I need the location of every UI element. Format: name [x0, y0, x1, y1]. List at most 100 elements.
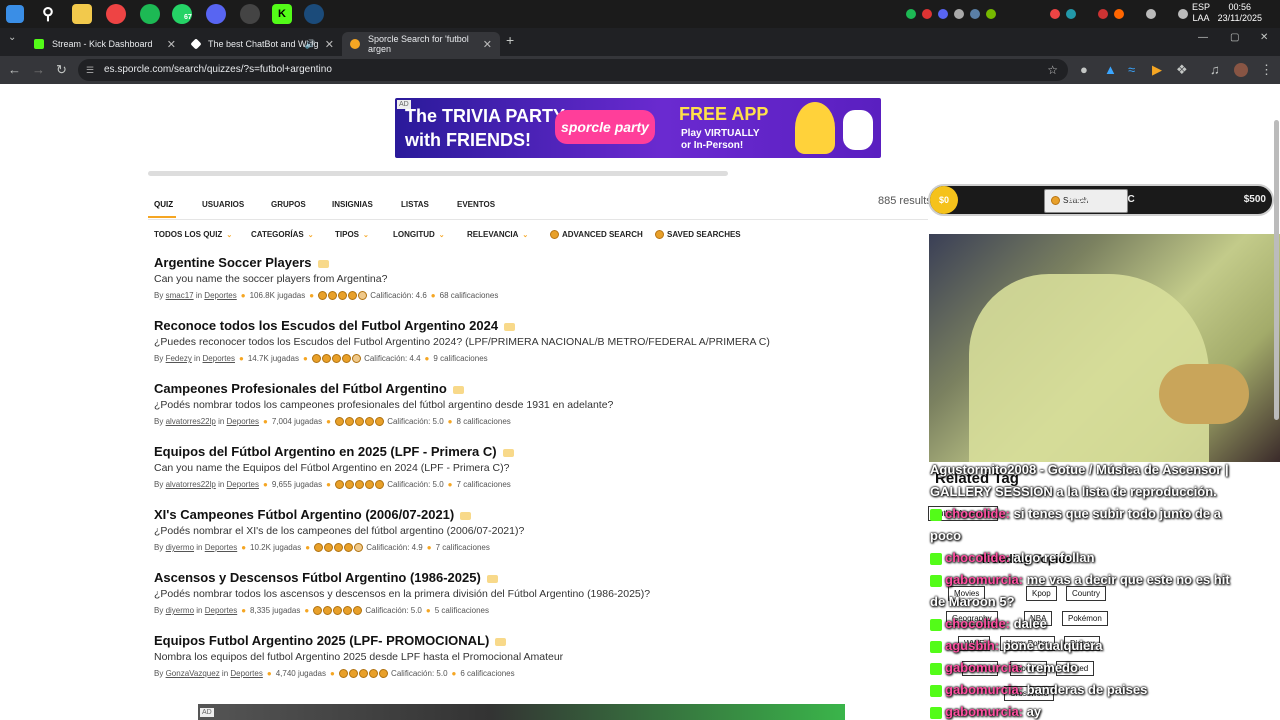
tab-chatbot[interactable]: The best ChatBot and Widg 🔊 ✕ — [184, 32, 342, 56]
chrome-icon[interactable] — [106, 4, 126, 24]
tab-insignias[interactable]: INSIGNIAS — [332, 200, 373, 209]
speaker-icon[interactable]: 🔊 — [305, 39, 316, 50]
address-bar[interactable]: ☰ es.sporcle.com/search/quizzes/?s=futbo… — [78, 59, 1068, 81]
quiz-title[interactable]: Equipos Futbol Argentino 2025 (LPF- PROM… — [154, 633, 489, 648]
new-tab-icon[interactable]: + — [506, 32, 514, 48]
shield-tray-icon[interactable] — [1098, 9, 1108, 19]
ad-banner-bottom[interactable] — [198, 704, 845, 720]
extension-4-icon[interactable]: ▶ — [1152, 62, 1162, 78]
extension-2-icon[interactable]: ▲ — [1104, 62, 1117, 77]
bluetooth-icon[interactable] — [954, 9, 964, 19]
category-link[interactable]: Deportes — [204, 291, 236, 300]
donation-goal-bar: $0 Search MEJORAR PC $500 — [928, 184, 1274, 216]
search-icon[interactable]: ⚲ — [38, 4, 58, 24]
tab-list-chevron-icon[interactable]: ⌄ — [8, 32, 16, 43]
site-info-icon[interactable]: ☰ — [86, 59, 94, 81]
kick-icon[interactable]: K — [272, 4, 292, 24]
close-window-icon[interactable]: ✕ — [1260, 32, 1268, 43]
volume-icon[interactable] — [1178, 9, 1188, 19]
close-tab-icon[interactable]: ✕ — [483, 38, 492, 51]
reload-icon[interactable]: ↻ — [56, 62, 67, 78]
author-link[interactable]: alvatorres22lp — [166, 417, 216, 426]
discord-icon[interactable] — [206, 4, 226, 24]
quiz-meta: By Fedezy in Deportes ● 14.7K jugadas ● Cal… — [154, 354, 874, 364]
clock-time: 00:56 — [1228, 2, 1252, 12]
chrome-tray-icon[interactable] — [1050, 9, 1060, 19]
quiz-result[interactable]: Reconoce todos los Escudos del Futbol Ar… — [154, 318, 874, 378]
tab-usuarios[interactable]: USUARIOS — [202, 200, 244, 209]
extension-3-icon[interactable]: ≈ — [1128, 62, 1135, 77]
author-link[interactable]: Fedezy — [166, 354, 192, 363]
star-icon — [311, 354, 321, 364]
author-link[interactable]: alvatorres22lp — [166, 480, 216, 489]
maximize-icon[interactable]: ▢ — [1230, 32, 1239, 43]
nvidia-icon[interactable] — [986, 9, 996, 19]
horizontal-scrollbar[interactable] — [148, 171, 728, 176]
discord-tray-icon[interactable] — [938, 9, 948, 19]
filter-relevancia[interactable]: RELEVANCIA ⌄ — [467, 230, 528, 239]
tab-grupos[interactable]: GRUPOS — [271, 200, 306, 209]
close-tab-icon[interactable]: ✕ — [325, 38, 334, 51]
quiz-title[interactable]: XI's Campeones Fútbol Argentino (2006/07… — [154, 507, 454, 522]
author-link[interactable]: GonzaVazquez — [166, 669, 220, 678]
quiz-result[interactable]: Argentine Soccer Players Can you name the… — [154, 255, 874, 315]
separator-dot: ● — [326, 480, 331, 489]
author-link[interactable]: diyermo — [166, 606, 194, 615]
language-indicator[interactable]: ESP LAA — [1192, 2, 1210, 24]
record-tray-icon[interactable] — [922, 9, 932, 19]
bookmark-star-icon[interactable]: ☆ — [1047, 59, 1058, 81]
obs-icon[interactable] — [240, 4, 260, 24]
close-tab-icon[interactable]: ✕ — [167, 38, 176, 51]
vertical-scrollbar[interactable] — [1274, 120, 1279, 420]
ad-banner-top[interactable]: AD The TRIVIA PARTY with FRIENDS! sporcl… — [395, 98, 881, 158]
menu-dots-icon[interactable]: ⋮ — [1260, 62, 1273, 78]
profile-avatar[interactable] — [1234, 63, 1248, 77]
quiz-title[interactable]: Equipos del Fútbol Argentino en 2025 (LP… — [154, 444, 497, 459]
spotify-tray-icon[interactable] — [906, 9, 916, 19]
quiz-title[interactable]: Argentine Soccer Players — [154, 255, 312, 270]
filter-tipos[interactable]: TIPOS ⌄ — [335, 230, 369, 239]
quiz-result[interactable]: Equipos del Fútbol Argentino en 2025 (LP… — [154, 444, 874, 504]
quiz-title[interactable]: Reconoce todos los Escudos del Futbol Ar… — [154, 318, 498, 333]
author-link[interactable]: diyermo — [166, 543, 194, 552]
steam-icon[interactable] — [304, 4, 324, 24]
tab-listas[interactable]: LISTAS — [401, 200, 429, 209]
clock[interactable]: 00:56 23/11/2025 — [1218, 2, 1262, 24]
filter-categorias[interactable]: CATEGORÍAS ⌄ — [251, 230, 314, 239]
extension-1-icon[interactable]: ● — [1080, 62, 1088, 77]
author-link[interactable]: smac17 — [166, 291, 194, 300]
filter-todos-los-quiz[interactable]: TODOS LOS QUIZ ⌄ — [154, 230, 232, 239]
extensions-puzzle-icon[interactable]: ❖ — [1176, 62, 1188, 78]
back-icon[interactable]: ← — [8, 62, 21, 77]
filter-longitud[interactable]: LONGITUD ⌄ — [393, 230, 445, 239]
category-link[interactable]: Deportes — [227, 417, 259, 426]
windows-start-icon[interactable] — [6, 5, 24, 23]
quiz-result[interactable]: Ascensos y Descensos Fútbol Argentino (1… — [154, 570, 874, 630]
category-link[interactable]: Deportes — [205, 606, 237, 615]
tab-quiz[interactable]: QUIZ — [154, 200, 173, 209]
category-link[interactable]: Deportes — [227, 480, 259, 489]
minimize-icon[interactable]: — — [1198, 32, 1208, 43]
category-link[interactable]: Deportes — [205, 543, 237, 552]
quiz-result[interactable]: Equipos Futbol Argentino 2025 (LPF- PROM… — [154, 633, 874, 693]
whatsapp-icon[interactable]: 67 — [172, 4, 192, 24]
category-link[interactable]: Deportes — [203, 354, 235, 363]
spotify-icon[interactable] — [140, 4, 160, 24]
steam-tray-icon[interactable] — [970, 9, 980, 19]
quiz-title[interactable]: Campeones Profesionales del Fútbol Argen… — [154, 381, 447, 396]
saved-searches-link[interactable]: SAVED SEARCHES — [655, 230, 741, 240]
tab-eventos[interactable]: EVENTOS — [457, 200, 495, 209]
tab-kick-dashboard[interactable]: Stream - Kick Dashboard ✕ — [26, 32, 184, 56]
quiz-title[interactable]: Ascensos y Descensos Fútbol Argentino (1… — [154, 570, 481, 585]
network-icon[interactable] — [1146, 9, 1156, 19]
quiz-result[interactable]: Campeones Profesionales del Fútbol Argen… — [154, 381, 874, 441]
forward-icon[interactable]: → — [32, 62, 45, 77]
app-tray-icon[interactable] — [1066, 9, 1076, 19]
advanced-search-link[interactable]: ADVANCED SEARCH — [550, 230, 643, 240]
tab-sporcle-search[interactable]: Sporcle Search for 'futbol argen ✕ — [342, 32, 500, 56]
category-link[interactable]: Deportes — [230, 669, 262, 678]
quiz-result[interactable]: XI's Campeones Fútbol Argentino (2006/07… — [154, 507, 874, 567]
media-control-icon[interactable]: ♫ — [1210, 62, 1220, 77]
orange-tray-icon[interactable] — [1114, 9, 1124, 19]
file-explorer-icon[interactable] — [72, 4, 92, 24]
